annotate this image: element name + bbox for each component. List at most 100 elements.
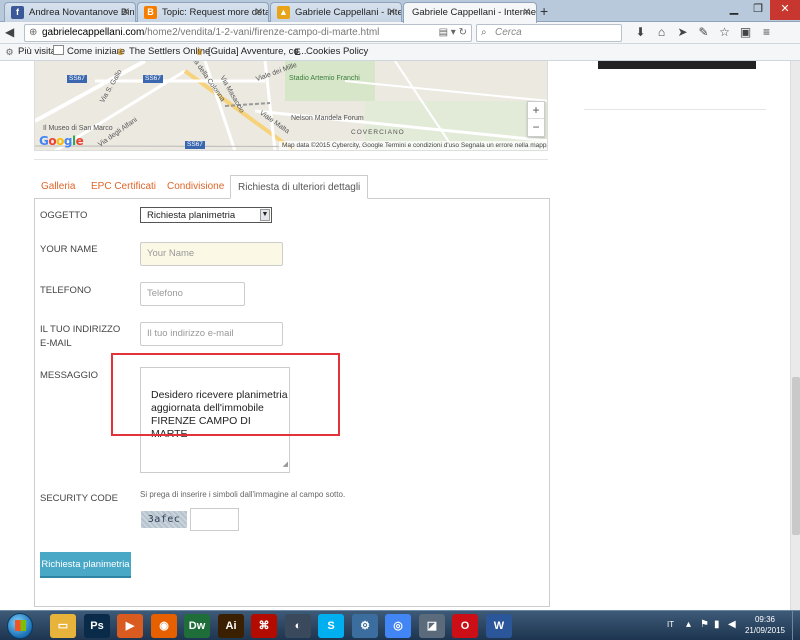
show-desktop-button[interactable] — [792, 611, 800, 640]
google-map[interactable]: Via S. Gallo Il Museo di San Marco Stadi… — [34, 61, 548, 151]
volume-icon[interactable]: ◀ — [728, 619, 736, 630]
map-attribution[interactable]: Map data ©2015 Cybercity, Google Termini… — [279, 141, 547, 150]
bookmark-item[interactable]: ♛ [Guida] Avventure, co... — [194, 44, 306, 60]
your-name-label: YOUR NAME — [40, 244, 98, 255]
browser-tab-label: Topic: Request more detail... — [162, 7, 269, 18]
tab-condivisione[interactable]: Condivisione — [160, 175, 231, 199]
bookmark-label: Cookies Policy — [306, 46, 369, 57]
oggetto-selected-value: Richiesta planimetria — [147, 210, 236, 221]
browser-tab-active[interactable]: Gabriele Cappellani - Intermedi... ✕ — [403, 2, 537, 23]
security-help-text: Si prega di inserire i simboli dall'imma… — [140, 490, 346, 499]
windows-logo-icon — [15, 620, 26, 631]
tray-arrow-icon[interactable]: ▴ — [686, 619, 691, 630]
network-icon[interactable]: ⚙ — [352, 614, 378, 638]
browser-tab[interactable]: ▲ Gabriele Cappellani - Inter... ✕ — [270, 2, 402, 22]
zoom-in-button[interactable]: + — [528, 102, 544, 119]
navigation-bar: ◀ ⊕ gabrielecappellani.com/home2/vendita… — [0, 22, 800, 44]
section-divider — [34, 159, 548, 160]
blogger-icon: B — [144, 6, 157, 19]
submit-request-button[interactable]: Richiesta planimetria — [40, 552, 131, 578]
browser-tab[interactable]: f Andrea Novantanove Bini ✕ — [4, 2, 136, 22]
drive-icon: ▲ — [277, 6, 290, 19]
property-detail-tabs: Galleria EPC Certificati Condivisione Ri… — [34, 175, 550, 199]
media-player-icon[interactable]: ▶ — [117, 614, 143, 638]
telefono-label: TELEFONO — [40, 285, 92, 296]
flag-icon[interactable]: ⚑ — [700, 619, 709, 630]
maximize-icon[interactable]: ❐ — [746, 0, 770, 20]
language-indicator[interactable]: IT — [667, 620, 674, 629]
map-place-label: Nelson Mandela Forum — [291, 115, 364, 122]
home-icon[interactable]: ⌂ — [651, 25, 672, 39]
url-domain: gabrielecappellani.com — [42, 27, 145, 38]
your-name-input[interactable]: Your Name — [140, 242, 283, 266]
address-bar[interactable]: ⊕ gabrielecappellani.com/home2/vendita/1… — [24, 24, 472, 42]
oggetto-label: OGGETTO — [40, 210, 88, 221]
map-area-label: COVERCIANO — [351, 129, 405, 136]
captcha-input[interactable] — [190, 508, 239, 531]
menu-icon[interactable]: ≡ — [756, 25, 777, 39]
close-icon[interactable]: ✕ — [388, 3, 396, 22]
search-input[interactable]: ⌕ Cerca — [476, 24, 622, 42]
telefono-input[interactable]: Telefono — [140, 282, 245, 306]
page-scrollbar[interactable] — [790, 61, 800, 610]
extension-icon[interactable]: ✎ — [693, 25, 714, 39]
oggetto-select[interactable]: Richiesta planimetria ▼ — [140, 207, 272, 223]
bookmarks-bar: ⚙ Più visitati Come iniziare ♛ The Settler… — [0, 44, 800, 61]
security-code-label: SECURITY CODE — [40, 493, 118, 504]
google-logo[interactable]: Google — [39, 134, 84, 148]
crown-icon: ♛ — [116, 47, 125, 57]
system-clock[interactable]: 09:36 21/09/2015 — [742, 614, 788, 636]
acrobat-icon[interactable]: ⌘ — [251, 614, 277, 638]
minimize-icon[interactable]: ▁ — [722, 0, 746, 20]
email-input[interactable]: Il tuo indirizzo e-mail — [140, 322, 283, 346]
network-tray-icon[interactable]: ▮ — [714, 619, 720, 630]
reader-view-icon[interactable]: ▤ — [439, 27, 448, 38]
page-icon — [53, 45, 64, 55]
back-arrow-icon[interactable]: ◀ — [5, 25, 14, 39]
map-place-label: Stadio Artemio Franchi — [289, 75, 360, 82]
url-text: gabrielecappellani.com/home2/vendita/1-2… — [42, 25, 379, 41]
tab-galleria[interactable]: Galleria — [34, 175, 82, 199]
close-window-icon[interactable]: ✕ — [770, 0, 800, 20]
firefox-icon[interactable]: ◉ — [151, 614, 177, 638]
start-button[interactable] — [7, 613, 33, 639]
dropdown-icon[interactable]: ▾ — [451, 27, 456, 38]
close-icon[interactable]: ✕ — [255, 3, 263, 22]
bookmark-star-icon[interactable]: ☆ — [714, 25, 735, 39]
dreamweaver-icon[interactable]: Dw — [184, 614, 210, 638]
photoshop-icon[interactable]: Ps — [84, 614, 110, 638]
window-controls: ▁ ❐ ✕ — [722, 0, 800, 20]
word-icon[interactable]: W — [486, 614, 512, 638]
clipboard-icon[interactable]: ▣ — [735, 25, 756, 39]
skype-icon[interactable]: S — [318, 614, 344, 638]
shell-icon[interactable]: ◐ — [285, 614, 311, 638]
opera-icon[interactable]: O — [452, 614, 478, 638]
highlight-annotation-box — [111, 353, 340, 436]
url-actions: ▤ ▾ ↻ — [439, 25, 467, 41]
explorer-icon[interactable]: ▭ — [50, 614, 76, 638]
send-icon[interactable]: ➤ — [672, 25, 693, 39]
crown-icon: ♛ — [195, 47, 204, 57]
globe-icon: ⊕ — [29, 27, 38, 38]
email-label-line1: IL TUO INDIRIZZO — [40, 324, 121, 335]
gear-icon: ⚙ — [5, 47, 14, 57]
illustrator-icon[interactable]: Ai — [218, 614, 244, 638]
bookmark-item[interactable]: E Cookies Policy — [292, 44, 368, 60]
sidebar-dark-block — [598, 61, 756, 69]
close-icon[interactable]: ✕ — [122, 3, 130, 22]
resize-grip-icon[interactable]: ◢ — [283, 458, 288, 471]
reader-icon[interactable]: ◪ — [419, 614, 445, 638]
road-shield: SS67 — [185, 141, 205, 149]
tab-epc-certificati[interactable]: EPC Certificati — [84, 175, 163, 199]
chrome-icon[interactable]: ◎ — [385, 614, 411, 638]
reload-icon[interactable]: ↻ — [459, 27, 467, 38]
zoom-out-button[interactable]: − — [528, 119, 544, 136]
download-icon[interactable]: ⬇ — [630, 25, 651, 39]
close-icon[interactable]: ✕ — [523, 3, 531, 22]
new-tab-button[interactable]: + — [540, 3, 548, 19]
browser-tab[interactable]: B Topic: Request more detail... ✕ — [137, 2, 269, 22]
tab-richiesta-dettagli[interactable]: Richiesta di ulteriori dettagli — [230, 175, 369, 199]
sidebar-divider — [584, 109, 766, 110]
scrollbar-thumb[interactable] — [792, 377, 800, 535]
windows-taskbar: ▭ Ps ▶ ◉ Dw Ai ⌘ ◐ S ⚙ ◎ ◪ O W IT ▴ ⚑ ▮ ◀ 09:36 21/09… — [0, 610, 800, 640]
